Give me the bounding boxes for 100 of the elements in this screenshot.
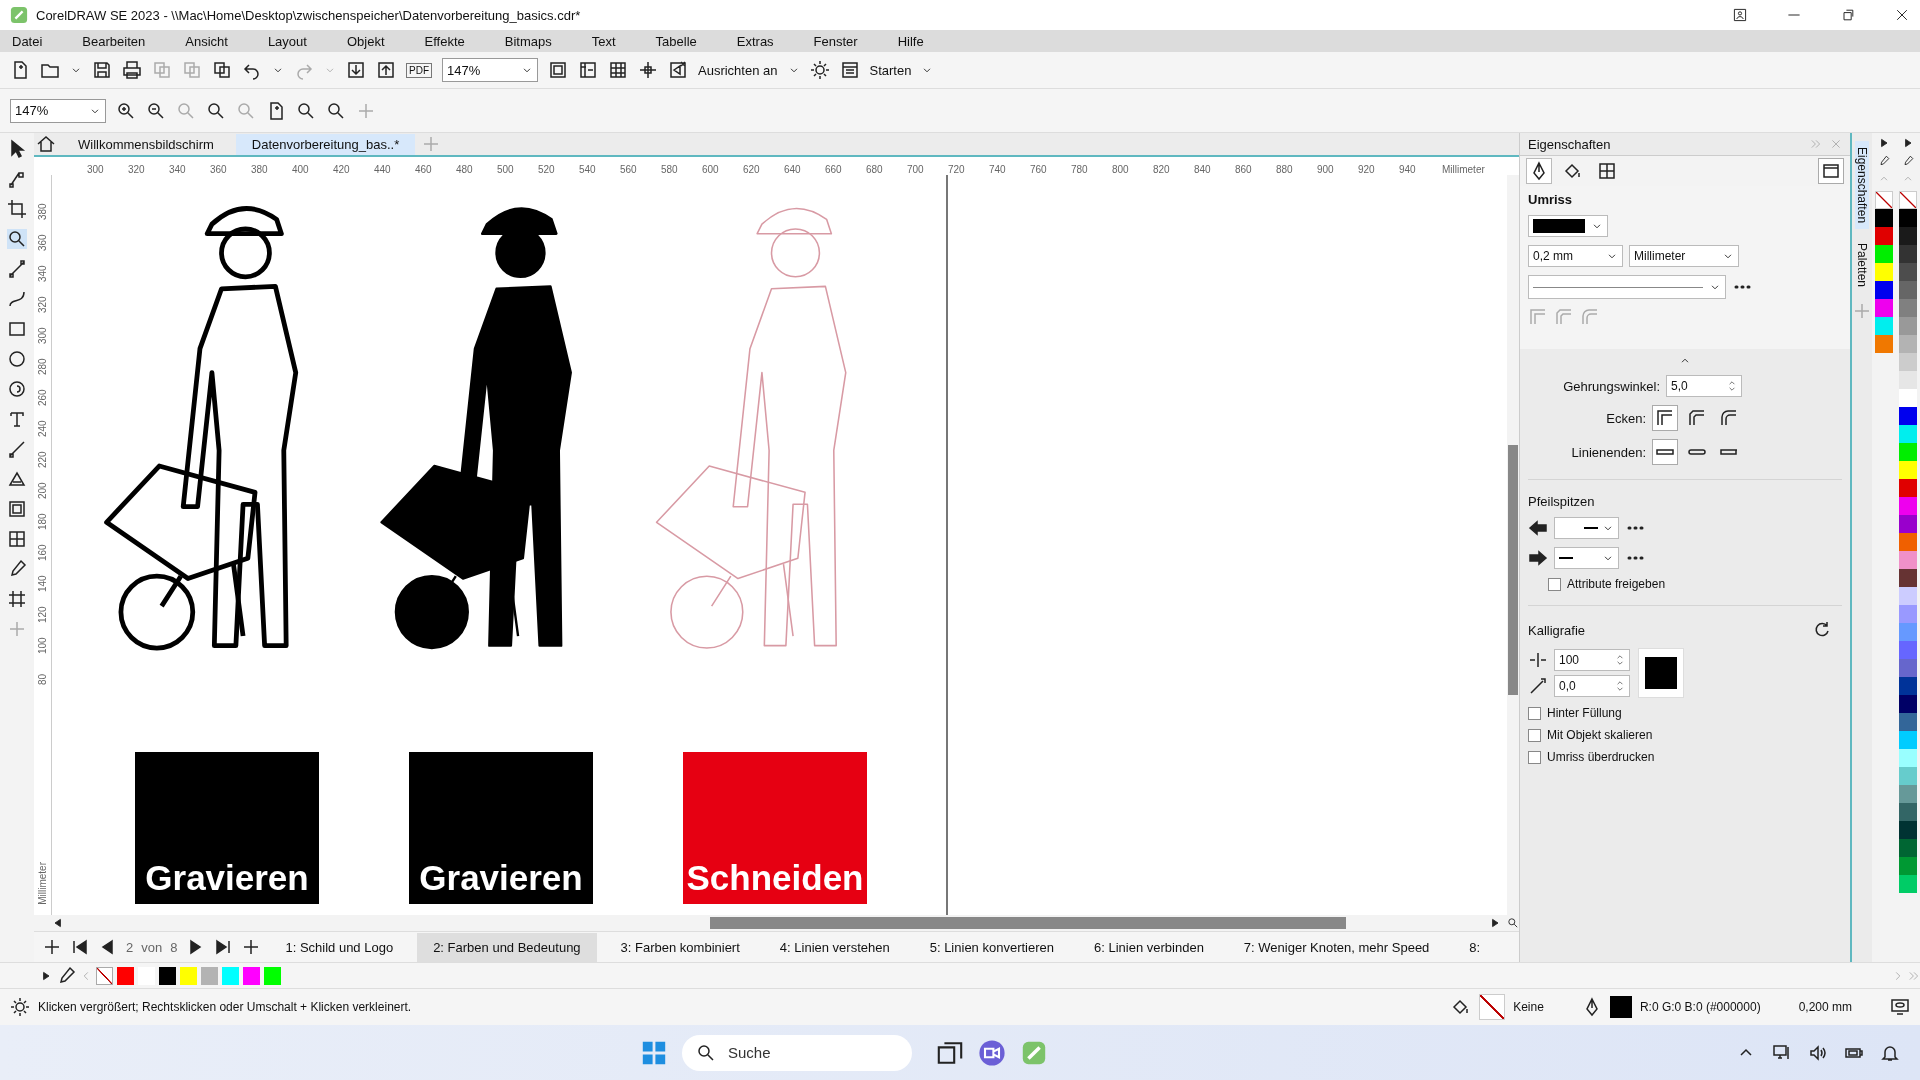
page-tab[interactable]: 4: Linien verstehen bbox=[763, 932, 906, 962]
ruler-label: 600 bbox=[702, 164, 720, 175]
ruler-label: 400 bbox=[292, 164, 310, 175]
side-tab[interactable]: Eigenschaften bbox=[1855, 141, 1869, 230]
ruler-label: 160 bbox=[37, 543, 48, 561]
page-tab[interactable]: 3: Farben kombiniert bbox=[604, 932, 756, 962]
search-field[interactable]: Suche bbox=[682, 1034, 912, 1071]
fill-status: Keine bbox=[1513, 1000, 1544, 1014]
ruler-label: 500 bbox=[497, 164, 515, 175]
page-tab[interactable]: 2: Farben und Bedeutung bbox=[417, 932, 597, 962]
ruler-label: 140 bbox=[37, 574, 48, 592]
menu-item[interactable]: Datei bbox=[12, 33, 64, 49]
zoom-level-dropdown[interactable]: 147% bbox=[442, 58, 538, 82]
page-count-label: von bbox=[141, 939, 163, 955]
ruler-label: 100 bbox=[37, 636, 48, 654]
ruler-label: 360 bbox=[37, 233, 48, 251]
ruler-label: 200 bbox=[37, 481, 48, 499]
status-hint: Klicken vergrößert; Rechtsklicken oder Umschalt + Klicken verkleinert. bbox=[38, 1000, 412, 1014]
page-tab[interactable]: 7: Weniger Knoten, mehr Speed bbox=[1227, 932, 1446, 962]
ruler-label: 340 bbox=[169, 164, 187, 175]
label-text: Gravieren bbox=[419, 858, 583, 898]
ruler-label: 240 bbox=[37, 419, 48, 437]
ruler-label: 460 bbox=[415, 164, 433, 175]
ruler-label: 640 bbox=[784, 164, 802, 175]
checkbox-label: Mit Objekt skalieren bbox=[1547, 728, 1653, 742]
unit-dropdown[interactable]: Millimeter bbox=[1629, 245, 1739, 267]
ruler-label: 680 bbox=[866, 164, 884, 175]
menu-item[interactable]: Text bbox=[591, 33, 637, 49]
export-pdf-button[interactable]: PDF bbox=[406, 62, 432, 78]
menu-item[interactable]: Layout bbox=[267, 33, 328, 49]
ruler-label: 320 bbox=[37, 295, 48, 313]
menu-item[interactable]: Ansicht bbox=[185, 33, 249, 49]
ruler-label: 740 bbox=[989, 164, 1007, 175]
stretch-field[interactable]: 100 bbox=[1554, 649, 1630, 671]
ruler-label: 920 bbox=[1358, 164, 1376, 175]
ruler-label: 320 bbox=[128, 164, 146, 175]
ruler-unit: Millimeter bbox=[37, 862, 48, 905]
label-text: Schneiden bbox=[686, 858, 864, 898]
ruler-label: 120 bbox=[37, 605, 48, 623]
panel-title: Eigenschaften bbox=[1528, 136, 1612, 152]
current-page-number: 2 bbox=[126, 939, 134, 955]
ruler-label: 900 bbox=[1317, 164, 1335, 175]
outline-width-dropdown[interactable]: 0,2 mm bbox=[1528, 245, 1623, 267]
ruler-label: 480 bbox=[456, 164, 474, 175]
angle-field[interactable]: 0,0 bbox=[1554, 675, 1630, 697]
side-tab[interactable]: Paletten bbox=[1855, 237, 1869, 294]
ruler-label: 80 bbox=[37, 672, 48, 685]
ruler-label: 820 bbox=[1153, 164, 1171, 175]
ruler-label: 260 bbox=[37, 388, 48, 406]
ruler-label: 800 bbox=[1112, 164, 1130, 175]
menu-item[interactable]: Bearbeiten bbox=[82, 33, 167, 49]
ruler-label: 760 bbox=[1030, 164, 1048, 175]
ruler-label: 620 bbox=[743, 164, 761, 175]
section-heading: Kalligrafie bbox=[1528, 622, 1586, 638]
menu-item[interactable]: Hilfe bbox=[897, 33, 945, 49]
window-title: CorelDRAW SE 2023 - \\Mac\Home\Desktop\zwischenspeicher\Datenvorbereitung_basics.cdr* bbox=[36, 7, 581, 23]
ruler-label: 440 bbox=[374, 164, 392, 175]
ruler-label: 300 bbox=[37, 326, 48, 344]
field-label: Ecken: bbox=[1606, 410, 1646, 426]
ruler-label: 340 bbox=[37, 264, 48, 282]
ruler-label: 540 bbox=[579, 164, 597, 175]
page-tab[interactable]: 6: Linien verbinden bbox=[1078, 932, 1220, 962]
ruler-label: 280 bbox=[37, 357, 48, 375]
ruler-label: 720 bbox=[948, 164, 966, 175]
ruler-label: 180 bbox=[37, 512, 48, 530]
page-tab[interactable]: 5: Linien konvertieren bbox=[913, 932, 1070, 962]
outline-color-status: R:0 G:0 B:0 (#000000) bbox=[1639, 1000, 1761, 1014]
zoom-level-dropdown[interactable]: 147% bbox=[10, 98, 106, 123]
menu-item[interactable]: Objekt bbox=[346, 33, 406, 49]
checkbox-label: Attribute freigeben bbox=[1567, 577, 1666, 591]
ruler-label: 380 bbox=[37, 202, 48, 220]
ruler-label: 380 bbox=[251, 164, 269, 175]
menu-item[interactable]: Effekte bbox=[424, 33, 486, 49]
page-tab[interactable]: 8: bbox=[1453, 932, 1497, 962]
ruler-label: 300 bbox=[87, 164, 105, 175]
outline-width-status: 0,200 mm bbox=[1798, 1000, 1852, 1014]
ruler-label: 220 bbox=[37, 450, 48, 468]
ruler-label: 560 bbox=[620, 164, 638, 175]
launch-dropdown[interactable]: Starten bbox=[869, 62, 934, 78]
ruler-label: 840 bbox=[1194, 164, 1212, 175]
document-tab[interactable]: Willkommensbildschirm bbox=[62, 133, 230, 155]
ruler-label: 580 bbox=[661, 164, 679, 175]
document-tab[interactable]: Datenvorbereitung_bas..* bbox=[235, 133, 416, 155]
miter-limit-field[interactable]: 5,0 bbox=[1666, 375, 1742, 397]
field-label: Linienenden: bbox=[1571, 444, 1646, 460]
ruler-label: 700 bbox=[907, 164, 925, 175]
ruler-label: 660 bbox=[825, 164, 843, 175]
menu-item[interactable]: Extras bbox=[736, 33, 795, 49]
label-text: Gravieren bbox=[145, 858, 309, 898]
snap-to-dropdown[interactable]: Ausrichten an bbox=[698, 62, 800, 78]
field-label: Gehrungswinkel: bbox=[1563, 378, 1660, 394]
ruler-label: 940 bbox=[1399, 164, 1417, 175]
ruler-label: 860 bbox=[1235, 164, 1253, 175]
page-tab[interactable]: 1: Schild und Logo bbox=[269, 932, 410, 962]
menu-item[interactable]: Fenster bbox=[813, 33, 879, 49]
ruler-unit: Millimeter bbox=[1442, 164, 1485, 175]
menu-item[interactable]: Bitmaps bbox=[504, 33, 573, 49]
menu-item[interactable]: Tabelle bbox=[655, 33, 718, 49]
ruler-label: 360 bbox=[210, 164, 228, 175]
ruler-label: 420 bbox=[333, 164, 351, 175]
